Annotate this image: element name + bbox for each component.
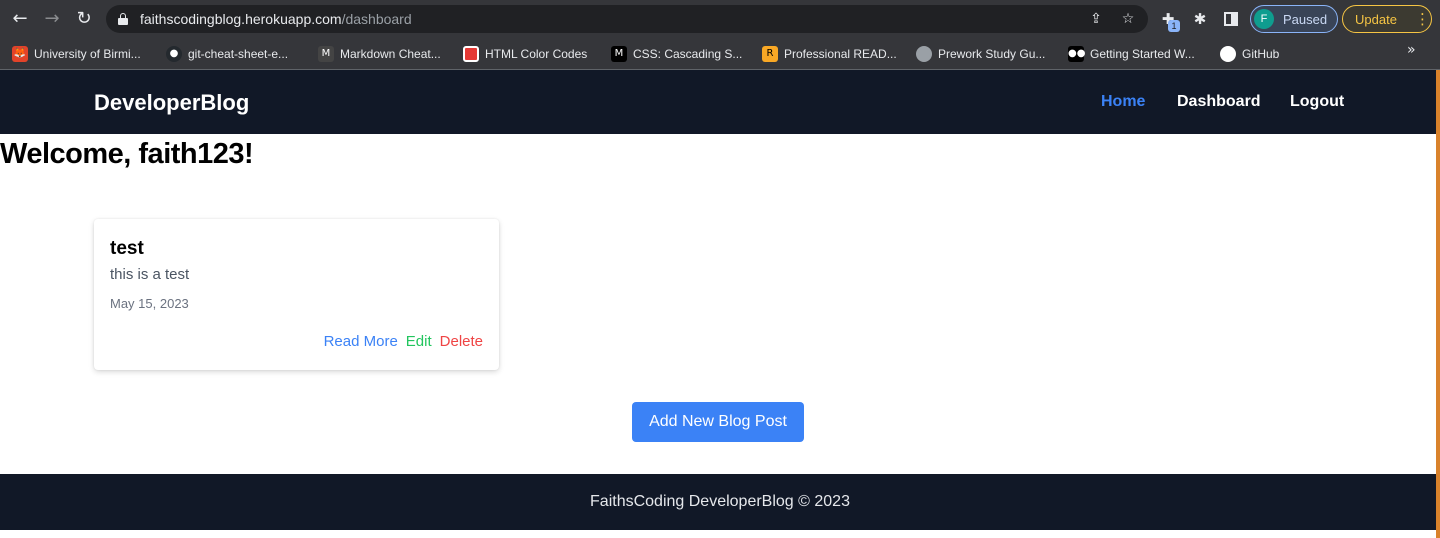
bookmark-item[interactable]: 🦊 University of Birmi... [12,42,141,66]
back-arrow-icon[interactable]: ← [8,7,32,31]
bookmark-label: Prework Study Gu... [938,47,1046,61]
bookmark-label: University of Birmi... [34,47,141,61]
markdown-icon: M [318,46,334,62]
bookmark-label: CSS: Cascading S... [633,47,743,61]
forward-arrow-icon[interactable]: → [40,7,64,31]
brand-logo[interactable]: DeveloperBlog [94,90,249,116]
add-new-post-button[interactable]: Add New Blog Post [632,402,804,442]
puzzle-extensions-icon[interactable]: ✱ [1190,9,1210,29]
html-color-icon [463,46,479,62]
kebab-menu-icon: ⋮ [1415,10,1430,28]
side-panel-icon[interactable] [1224,12,1238,26]
more-bookmarks-icon[interactable]: » [1407,42,1416,58]
lock-icon[interactable] [118,13,128,25]
bookmark-item[interactable]: ● git-cheat-sheet-e... [166,42,288,66]
post-card: test this is a test May 15, 2023 Read Mo… [94,219,499,370]
bookmark-item[interactable]: M CSS: Cascading S... [611,42,742,66]
extension-badge: 1 [1168,20,1180,32]
site-header: DeveloperBlog Home Dashboard Logout [0,70,1440,134]
reload-icon[interactable]: ↻ [72,7,96,31]
bookmark-item[interactable]: GitHub [1220,42,1279,66]
share-icon[interactable]: ⇪ [1086,9,1106,29]
url-path: /dashboard [341,11,412,27]
bookmark-star-icon[interactable]: ☆ [1118,9,1138,29]
globe-icon [916,46,932,62]
bookmark-item[interactable]: ●● Getting Started W... [1068,42,1195,66]
post-title: test [110,238,144,259]
site-footer: FaithsCoding DeveloperBlog © 2023 [0,474,1440,530]
medium-icon: ●● [1068,46,1085,62]
delete-link[interactable]: Delete [440,333,483,350]
read-more-link[interactable]: Read More [324,333,398,350]
post-date: May 15, 2023 [110,296,189,311]
url-host: faithscodingblog.herokuapp.com [140,11,342,27]
update-button[interactable]: Update ⋮ [1342,5,1432,33]
bookmark-label: HTML Color Codes [485,47,588,61]
bookmark-label: GitHub [1242,47,1280,61]
address-bar[interactable]: faithscodingblog.herokuapp.com/dashboard… [106,5,1148,33]
window-edge [1436,70,1440,538]
github-icon: ● [166,46,182,62]
page-title: Welcome, faith123! [0,138,254,170]
bookmark-item[interactable]: M Markdown Cheat... [318,42,441,66]
bookmarks-bar: 🦊 University of Birmi... ● git-cheat-she… [0,38,1440,70]
bookmark-label: Getting Started W... [1090,47,1195,61]
profile-status: Paused [1283,12,1328,27]
mdn-icon: M [611,46,627,62]
footer-text: FaithsCoding DeveloperBlog © 2023 [590,493,850,510]
bookmark-label: Markdown Cheat... [340,47,441,61]
bookmark-item[interactable]: Prework Study Gu... [916,42,1045,66]
profile-button[interactable]: F Paused [1250,5,1338,33]
readme-icon: R [762,46,778,62]
browser-toolbar: ← → ↻ faithscodingblog.herokuapp.com/das… [0,0,1440,38]
post-actions: Read More Edit Delete [324,333,483,350]
bookmark-item[interactable]: R Professional READ... [762,42,897,66]
avatar: F [1254,9,1274,29]
gitlab-icon: 🦊 [12,46,28,62]
edit-link[interactable]: Edit [406,333,432,350]
bookmark-label: git-cheat-sheet-e... [188,47,289,61]
post-excerpt: this is a test [110,266,190,283]
nav-logout[interactable]: Logout [1290,93,1344,111]
github-icon [1220,46,1236,62]
bookmark-label: Professional READ... [784,47,897,61]
bookmark-item[interactable]: HTML Color Codes [463,42,587,66]
nav-home[interactable]: Home [1101,93,1145,111]
url-text[interactable]: faithscodingblog.herokuapp.com/dashboard [140,11,412,27]
nav-dashboard[interactable]: Dashboard [1177,93,1261,111]
update-label: Update [1355,12,1397,27]
